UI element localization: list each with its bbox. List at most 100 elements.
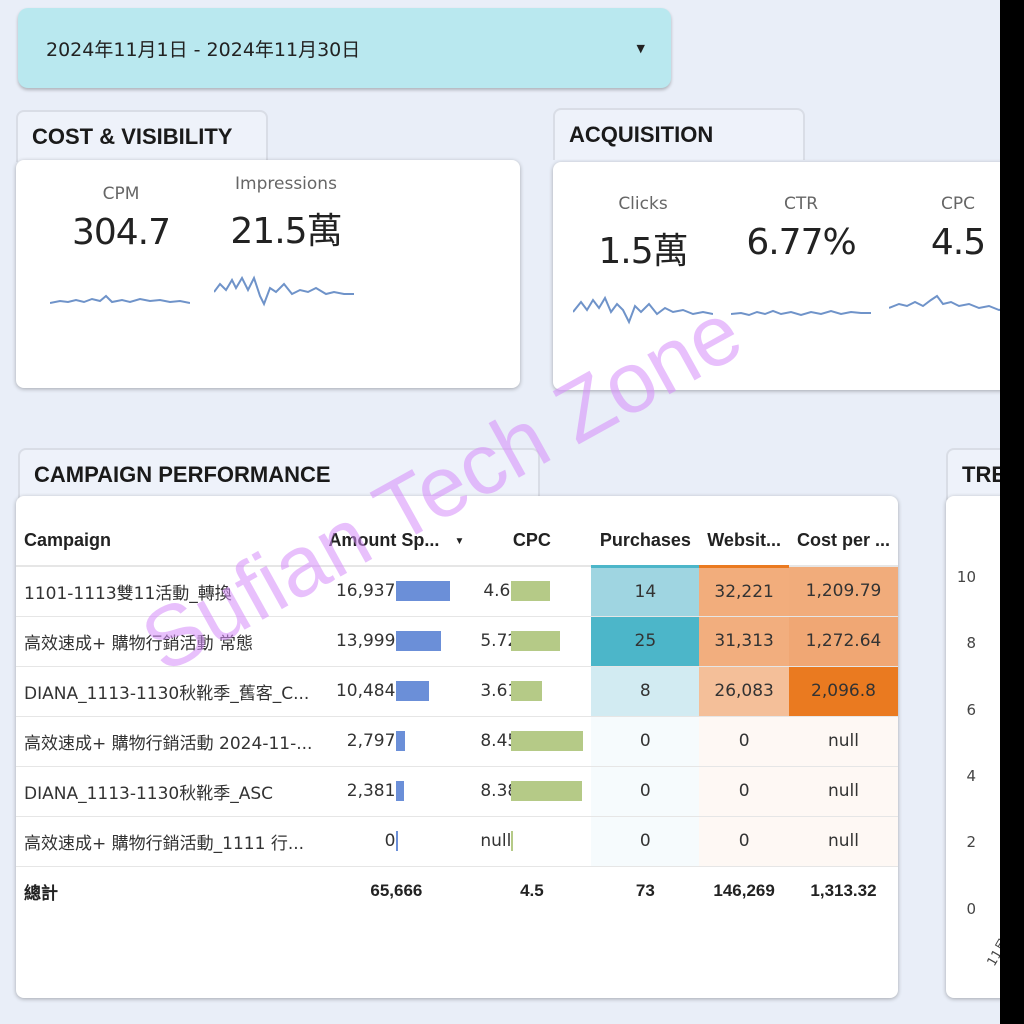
cost-visibility-title: COST & VISIBILITY [32, 124, 233, 149]
cpc-value: 8.45 [480, 731, 519, 751]
col-header-purchases[interactable]: Purchases [591, 516, 700, 568]
cost-per-cell: null [788, 716, 898, 767]
purchases-cell: 0 [591, 716, 700, 767]
clicks-label: Clicks [618, 194, 668, 214]
total-amount: 65,666 [370, 881, 423, 901]
clicks-value: 1.5萬 [598, 231, 688, 272]
col-header-cpc[interactable]: CPC [472, 516, 592, 567]
cost-visibility-card: CPM 304.7 Impressions 21.5萬 [16, 160, 520, 388]
ctr-value: 6.77% [746, 222, 856, 263]
amount-spent-cell: 2,797 [320, 716, 473, 767]
purchases-cell: 0 [591, 766, 700, 817]
cpc-cell: null [472, 816, 592, 867]
trend-y-tick: 10 [956, 568, 976, 586]
cost-per-cell: 1,272.64 [788, 616, 898, 667]
purchases-cell: 25 [591, 616, 700, 667]
acquisition-tab: ACQUISITION [553, 108, 805, 160]
cpc-kpi: CPC 4.5 [913, 194, 1000, 263]
impressions-label: Impressions [235, 174, 337, 194]
campaign-name-cell[interactable]: DIANA_1113-1130秋靴季_ASC [16, 766, 321, 817]
website-cell: 32,221 [699, 566, 789, 617]
cpc-cell: 5.72 [472, 616, 592, 667]
total-label: 總計 [24, 883, 58, 903]
cpc-bar [511, 631, 561, 651]
campaign-name-cell[interactable]: DIANA_1113-1130秋靴季_舊客_C... [16, 666, 321, 717]
cpc-cell: 4.6 [472, 566, 592, 617]
impressions-value: 21.5萬 [230, 211, 342, 252]
cpm-value: 304.7 [71, 212, 171, 253]
table-header-row: Campaign Amount Sp... ▼ CPC Purchases We… [16, 516, 898, 568]
amount-spent-value: 2,797 [346, 731, 396, 751]
cost-per-cell: null [788, 766, 898, 817]
cpc-value: 4.5 [930, 222, 986, 263]
amount-spent-value: 2,381 [346, 781, 396, 801]
cpc-value: 8.38 [480, 781, 519, 801]
cpc-value: 3.61 [480, 681, 519, 701]
cpc-label: CPC [941, 194, 975, 214]
cpc-bar [511, 831, 514, 851]
purchases-cell: 8 [591, 666, 700, 717]
trend-tab: TRE [946, 448, 1000, 500]
amount-spent-bar [396, 781, 405, 801]
table-row[interactable]: DIANA_1113-1130秋靴季_舊客_C... 10,484 3.61 8 26,… [16, 666, 898, 717]
total-cpc: 4.5 [520, 881, 544, 901]
table-row[interactable]: 高效速成+ 購物行銷活動 2024-11-... 2,797 8.45 0 0 null [16, 716, 898, 767]
campaign-name-cell[interactable]: 1101-1113雙11活動_轉換 [16, 566, 321, 617]
cpm-label: CPM [102, 184, 140, 204]
purchases-cell: 14 [591, 566, 700, 617]
amount-spent-value: 13,999 [335, 631, 396, 651]
sort-desc-icon[interactable]: ▼ [454, 536, 464, 547]
amount-spent-cell: 10,484 [320, 666, 473, 717]
amount-spent-bar [396, 581, 451, 602]
amount-spent-value: 16,937 [335, 581, 396, 602]
campaign-name-cell[interactable]: 高效速成+ 購物行銷活動 常態 [16, 616, 321, 667]
amount-spent-bar [396, 831, 399, 851]
col-header-website[interactable]: Websit... [699, 516, 789, 568]
col-header-amount-spent[interactable]: Amount Sp... ▼ [320, 516, 473, 567]
cpc-value: 5.72 [480, 631, 519, 651]
clicks-kpi: Clicks 1.5萬 [583, 194, 703, 274]
dashboard-canvas: 2024年11月1日 - 2024年11月30日 ▼ COST & VISIBI… [0, 0, 1000, 1024]
col-header-cost-per[interactable]: Cost per ... [788, 516, 898, 567]
ctr-sparkline [731, 309, 871, 317]
total-row: 總計 65,666 4.5 73 146,269 1,313.32 [16, 866, 898, 916]
website-cell: 0 [699, 766, 789, 817]
website-cell: 31,313 [699, 616, 789, 667]
cost-per-cell: 1,209.79 [788, 566, 898, 617]
table-row[interactable]: 1101-1113雙11活動_轉換 16,937 4.6 14 32,221 1,209.… [16, 566, 898, 617]
total-cost-per: 1,313.32 [810, 881, 877, 901]
table-row[interactable]: 高效速成+ 購物行銷活動_1111 行... 0 null 0 0 null [16, 816, 898, 867]
trend-y-tick: 6 [966, 701, 976, 719]
campaign-name-cell[interactable]: 高效速成+ 購物行銷活動 2024-11-... [16, 716, 321, 767]
table-row[interactable]: 高效速成+ 購物行銷活動 常態 13,999 5.72 25 31,313 1,272.6… [16, 616, 898, 667]
website-cell: 26,083 [699, 666, 789, 717]
dropdown-caret-icon[interactable]: ▼ [637, 42, 645, 55]
col-header-campaign[interactable]: Campaign [16, 516, 321, 567]
amount-spent-cell: 2,381 [320, 766, 473, 817]
ctr-label: CTR [783, 194, 819, 214]
acquisition-card: Clicks 1.5萬 CTR 6.77% CPC 4.5 [553, 162, 1000, 390]
cpc-bar [511, 581, 551, 602]
impressions-kpi: Impressions 21.5萬 [216, 174, 356, 254]
amount-spent-bar [396, 731, 406, 751]
trend-y-tick: 0 [966, 900, 976, 918]
impressions-sparkline [214, 275, 354, 307]
cpc-cell: 3.61 [472, 666, 592, 717]
cpc-cell: 8.45 [472, 716, 592, 767]
date-range-picker[interactable]: 2024年11月1日 - 2024年11月30日 ▼ [18, 8, 671, 88]
col-header-amount-spent-label: Amount Sp... [328, 530, 440, 550]
campaign-performance-title: CAMPAIGN PERFORMANCE [34, 462, 331, 487]
table-row[interactable]: DIANA_1113-1130秋靴季_ASC 2,381 8.38 0 0 null [16, 766, 898, 817]
amount-spent-cell: 0 [320, 816, 473, 867]
total-purchases: 73 [635, 881, 655, 901]
amount-spent-bar [396, 681, 430, 701]
trend-title: TRE [962, 462, 1000, 487]
amount-spent-bar [396, 631, 442, 651]
cpm-sparkline [50, 294, 190, 304]
amount-spent-cell: 13,999 [320, 616, 473, 667]
amount-spent-cell: 16,937 [320, 566, 473, 617]
campaign-table: Campaign Amount Sp... ▼ CPC Purchases We… [16, 516, 898, 916]
website-cell: 0 [699, 816, 789, 867]
amount-spent-value: 0 [384, 831, 396, 851]
campaign-name-cell[interactable]: 高效速成+ 購物行銷活動_1111 行... [16, 816, 321, 867]
